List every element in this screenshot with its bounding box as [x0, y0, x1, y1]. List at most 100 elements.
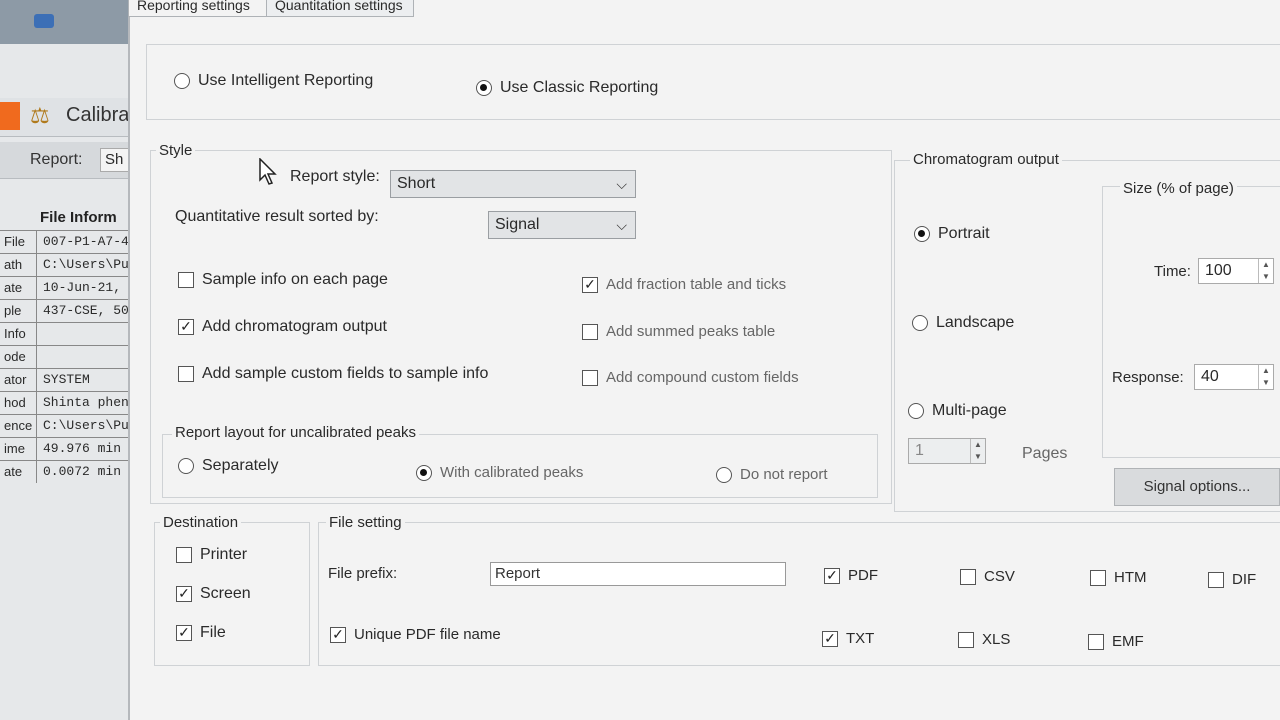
classic-reporting-radio[interactable]: [476, 80, 492, 96]
compound-custom-fields-label: Add compound custom fields: [606, 369, 799, 386]
printer-option[interactable]: Printer: [176, 546, 247, 564]
xls-option[interactable]: XLS: [958, 631, 1010, 648]
row-value: SYSTEM: [43, 372, 90, 387]
portrait-option[interactable]: Portrait: [914, 225, 990, 243]
do-not-report-option[interactable]: Do not report: [716, 466, 828, 483]
multipage-label: Multi-page: [932, 402, 1007, 419]
pdf-checkbox[interactable]: ✓: [824, 567, 840, 584]
file-prefix-input[interactable]: Report: [490, 562, 786, 586]
csv-option[interactable]: CSV: [960, 568, 1015, 585]
row-key: ode: [0, 346, 37, 368]
table-row: ple 437-CSE, 50: [0, 299, 128, 322]
time-spinner[interactable]: 100 ▲ ▼: [1198, 258, 1274, 284]
row-value: [37, 323, 128, 345]
style-group-title: Style: [156, 142, 196, 159]
file-checkbox[interactable]: ✓: [176, 625, 192, 641]
app-logo-icon: [34, 14, 54, 28]
htm-option[interactable]: HTM: [1090, 569, 1147, 586]
row-key: ath: [0, 254, 37, 276]
row-value: C:\Users\Pu: [43, 418, 128, 433]
table-row: hod Shinta phen: [0, 391, 128, 414]
xls-checkbox[interactable]: [958, 631, 974, 648]
csv-checkbox[interactable]: [960, 568, 976, 585]
summed-peaks-checkbox[interactable]: [582, 323, 598, 340]
spinner-arrows-icon[interactable]: ▲ ▼: [1258, 365, 1273, 389]
multipage-option[interactable]: Multi-page: [908, 402, 1007, 420]
pdf-label: PDF: [848, 567, 878, 584]
sorted-by-value: Signal: [495, 216, 540, 233]
tab-reporting-settings[interactable]: Reporting settings: [128, 0, 268, 17]
row-key: ime: [0, 438, 37, 460]
unique-pdf-checkbox[interactable]: ✓: [330, 626, 346, 643]
compound-custom-fields-option[interactable]: Add compound custom fields: [582, 369, 799, 386]
do-not-report-radio[interactable]: [716, 466, 732, 483]
screen-checkbox[interactable]: ✓: [176, 586, 192, 602]
table-row: ate 0.0072 min: [0, 460, 128, 483]
unique-pdf-option[interactable]: ✓ Unique PDF file name: [330, 626, 501, 643]
size-group: [1102, 186, 1280, 458]
sorted-by-select[interactable]: Signal ⌵: [488, 211, 636, 239]
spinner-arrows-icon[interactable]: ▲ ▼: [970, 439, 985, 463]
sample-custom-fields-checkbox[interactable]: [178, 366, 194, 382]
table-row: ath C:\Users\Pu: [0, 253, 128, 276]
file-prefix-label: File prefix:: [328, 565, 398, 582]
calibration-tab[interactable]: ⚖ Calibra: [0, 98, 132, 137]
printer-checkbox[interactable]: [176, 547, 192, 563]
row-key: hod: [0, 392, 37, 414]
emf-label: EMF: [1112, 633, 1144, 650]
sorted-by-label: Quantitative result sorted by:: [175, 208, 379, 225]
summed-peaks-option[interactable]: Add summed peaks table: [582, 323, 775, 340]
spinner-arrows-icon[interactable]: ▲ ▼: [1258, 259, 1273, 283]
screen-option[interactable]: ✓ Screen: [176, 585, 251, 603]
multipage-radio[interactable]: [908, 403, 924, 419]
separately-radio[interactable]: [178, 458, 194, 474]
classic-reporting-option[interactable]: Use Classic Reporting: [476, 79, 658, 97]
calibration-label: Calibra: [66, 104, 130, 126]
tab-quantitation-settings[interactable]: Quantitation settings: [266, 0, 414, 17]
pages-spinner[interactable]: 1 ▲ ▼: [908, 438, 986, 464]
printer-label: Printer: [200, 546, 248, 563]
screen-label: Screen: [200, 585, 251, 602]
add-chromatogram-checkbox[interactable]: ✓: [178, 319, 194, 335]
dif-checkbox[interactable]: [1208, 571, 1224, 588]
report-style-select[interactable]: Short ⌵: [390, 170, 636, 198]
table-row: ime 49.976 min: [0, 437, 128, 460]
fraction-table-option[interactable]: ✓ Add fraction table and ticks: [582, 276, 786, 293]
compound-custom-fields-checkbox[interactable]: [582, 369, 598, 386]
with-calibrated-label: With calibrated peaks: [440, 464, 584, 481]
intelligent-reporting-radio[interactable]: [174, 73, 190, 89]
dif-option[interactable]: DIF: [1208, 571, 1256, 588]
landscape-option[interactable]: Landscape: [912, 314, 1014, 332]
summed-peaks-label: Add summed peaks table: [606, 323, 776, 340]
add-chromatogram-option[interactable]: ✓ Add chromatogram output: [178, 318, 387, 336]
landscape-radio[interactable]: [912, 315, 928, 331]
emf-option[interactable]: EMF: [1088, 633, 1144, 650]
txt-label: TXT: [846, 630, 875, 647]
fraction-table-checkbox[interactable]: ✓: [582, 276, 598, 293]
with-calibrated-radio[interactable]: [416, 464, 432, 481]
sample-info-checkbox[interactable]: [178, 272, 194, 288]
sample-info-option[interactable]: Sample info on each page: [178, 271, 388, 289]
row-value: 49.976 min: [43, 441, 122, 456]
unique-pdf-label: Unique PDF file name: [354, 626, 501, 643]
table-row: File 007-P1-A7-4: [0, 230, 128, 253]
file-option[interactable]: ✓ File: [176, 624, 226, 642]
report-selector-bar: Report: Sh: [0, 142, 136, 179]
landscape-label: Landscape: [936, 314, 1015, 331]
fraction-table-label: Add fraction table and ticks: [606, 276, 787, 293]
sample-custom-fields-option[interactable]: Add sample custom fields to sample info: [178, 365, 488, 383]
with-calibrated-option[interactable]: With calibrated peaks: [416, 464, 583, 481]
response-spinner[interactable]: 40 ▲ ▼: [1194, 364, 1274, 390]
intelligent-reporting-option[interactable]: Use Intelligent Reporting: [174, 72, 373, 90]
portrait-radio[interactable]: [914, 226, 930, 242]
htm-checkbox[interactable]: [1090, 569, 1106, 586]
separately-option[interactable]: Separately: [178, 457, 279, 475]
xls-label: XLS: [982, 631, 1011, 648]
txt-checkbox[interactable]: ✓: [822, 630, 838, 647]
report-style-value: Short: [397, 175, 436, 192]
pdf-option[interactable]: ✓ PDF: [824, 567, 878, 584]
emf-checkbox[interactable]: [1088, 633, 1104, 650]
txt-option[interactable]: ✓ TXT: [822, 630, 874, 647]
separately-label: Separately: [202, 457, 279, 474]
signal-options-button[interactable]: Signal options...: [1114, 468, 1280, 506]
